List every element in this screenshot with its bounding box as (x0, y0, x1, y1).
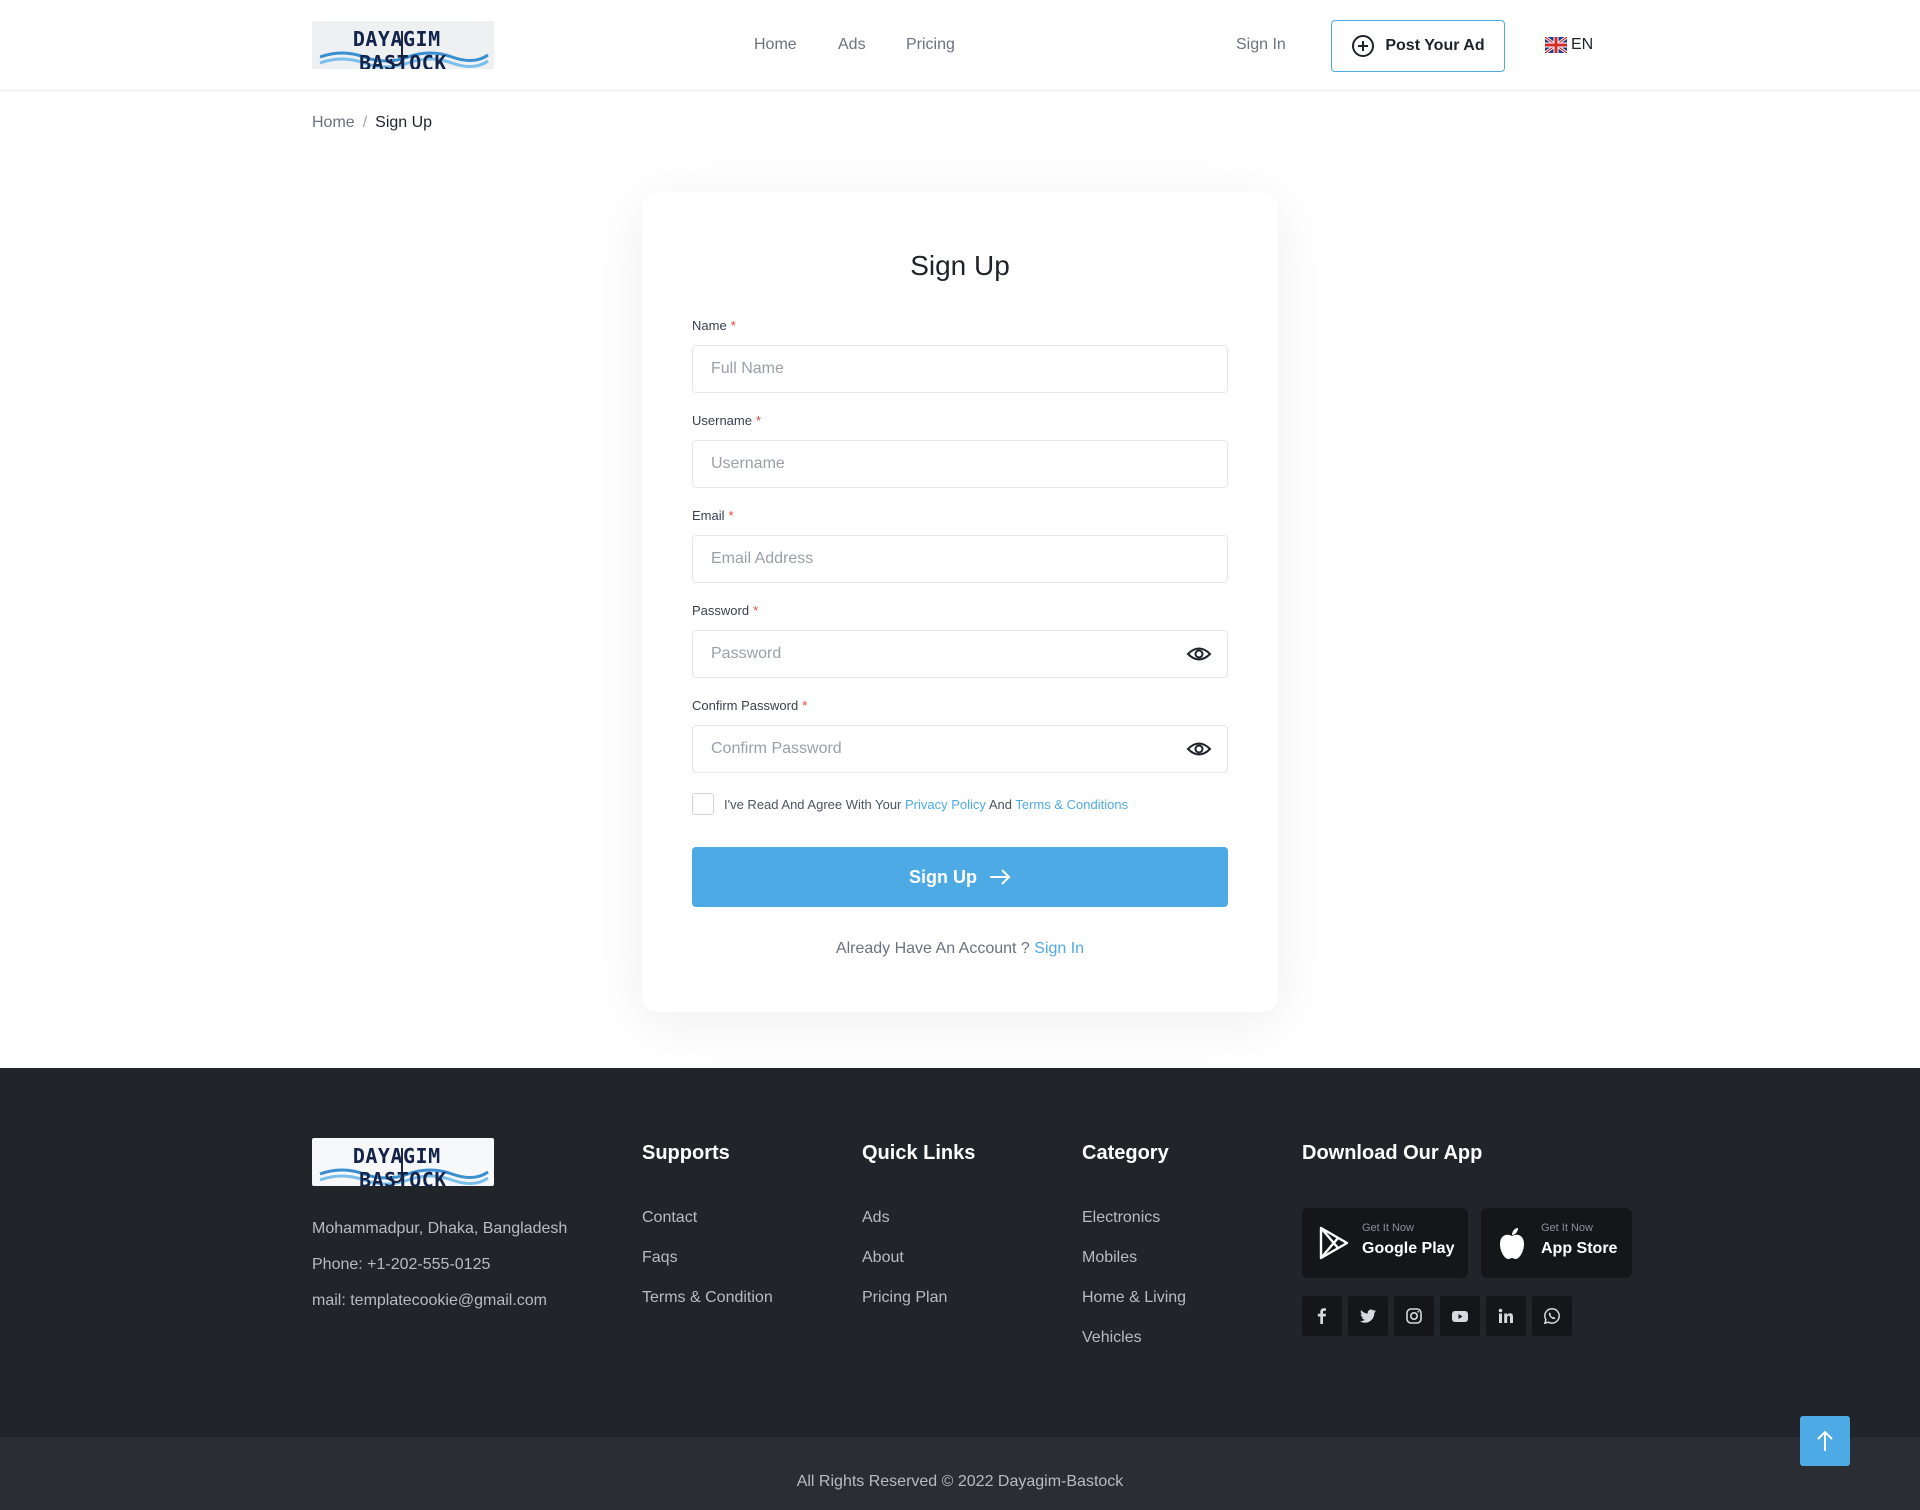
email-label: Email * (692, 508, 734, 523)
sign-up-button-label: Sign Up (909, 866, 977, 887)
terms-agreement: I've Read And Agree With Your Privacy Po… (692, 793, 1128, 815)
signup-card: Sign Up Name* Username* Email* Password*… (642, 192, 1278, 1012)
confirm-password-input[interactable] (692, 725, 1228, 773)
youtube-icon[interactable] (1440, 1296, 1480, 1336)
site-header: DAYAGIM BASTOCK Home Ads Pricing Sign In… (0, 0, 1920, 91)
quick-links-title: Quick Links (862, 1142, 976, 1164)
plus-circle-icon (1352, 35, 1375, 57)
twitter-icon[interactable] (1348, 1296, 1388, 1336)
show-password-eye-icon[interactable] (1186, 644, 1212, 664)
already-have-account: Already Have An Account ? Sign In (835, 940, 1085, 957)
name-input[interactable] (692, 345, 1228, 393)
footer-link-ads[interactable]: Ads (862, 1209, 890, 1227)
breadcrumb-home[interactable]: Home (312, 114, 355, 132)
confirm-password-label: Confirm Password * (692, 698, 808, 713)
footer-address: Mohammadpur, Dhaka, Bangladesh (312, 1220, 568, 1237)
breadcrumb-current: Sign Up (375, 114, 433, 131)
app-store-small-text: Get It Now (1541, 1222, 1593, 1234)
footer-logo[interactable]: DAYAGIM BASTOCK (312, 1138, 494, 1186)
app-store-button[interactable]: Get It Now App Store (1481, 1208, 1632, 1278)
username-label: Username * (692, 413, 762, 428)
language-label: EN (1571, 36, 1594, 53)
footer-link-about[interactable]: About (862, 1249, 904, 1267)
download-app-title: Download Our App (1302, 1142, 1483, 1164)
post-ad-button[interactable]: Post Your Ad (1331, 20, 1505, 72)
nav-home[interactable]: Home (754, 36, 797, 54)
apple-icon (1500, 1228, 1524, 1259)
name-label: Name * (692, 318, 736, 333)
agree-checkbox[interactable] (692, 793, 714, 815)
email-input[interactable] (692, 535, 1228, 583)
facebook-icon[interactable] (1302, 1296, 1342, 1336)
google-play-small-text: Get It Now (1362, 1222, 1414, 1234)
arrow-right-icon (990, 869, 1011, 885)
footer-link-electronics[interactable]: Electronics (1082, 1209, 1160, 1227)
privacy-policy-link[interactable]: Privacy Policy (905, 797, 986, 812)
show-confirm-password-eye-icon[interactable] (1186, 739, 1212, 759)
post-ad-label: Post Your Ad (1385, 37, 1485, 54)
category-title: Category (1082, 1142, 1169, 1164)
footer-link-contact[interactable]: Contact (642, 1209, 697, 1227)
sign-in-link[interactable]: Sign In (1034, 940, 1084, 957)
google-play-icon (1319, 1226, 1349, 1260)
copyright-bar: All Rights Reserved © 2022 Dayagim-Basto… (0, 1437, 1920, 1510)
footer-link-terms[interactable]: Terms & Condition (642, 1289, 773, 1307)
site-footer: DAYAGIM BASTOCK Mohammadpur, Dhaka, Bang… (0, 1068, 1920, 1437)
footer-link-home-living[interactable]: Home & Living (1082, 1289, 1186, 1307)
password-input[interactable] (692, 630, 1228, 678)
footer-link-faqs[interactable]: Faqs (642, 1249, 678, 1267)
footer-link-pricing-plan[interactable]: Pricing Plan (862, 1289, 947, 1307)
google-play-label: Google Play (1362, 1240, 1455, 1257)
whatsapp-icon[interactable] (1532, 1296, 1572, 1336)
logo-text: DAYAGIM BASTOCK (352, 27, 454, 69)
scroll-to-top-button[interactable] (1800, 1416, 1850, 1466)
copyright-text: All Rights Reserved © 2022 Dayagim-Basto… (796, 1473, 1124, 1490)
language-selector[interactable]: EN (1545, 36, 1593, 54)
nav-ads[interactable]: Ads (838, 36, 866, 54)
nav-pricing[interactable]: Pricing (906, 36, 955, 54)
breadcrumb-separator: / (362, 114, 368, 131)
footer-mail: mail: templatecookie@gmail.com (312, 1292, 547, 1309)
supports-title: Supports (642, 1142, 730, 1164)
site-logo[interactable]: DAYAGIM BASTOCK (312, 21, 494, 69)
header-sign-in-link[interactable]: Sign In (1236, 36, 1286, 54)
footer-link-vehicles[interactable]: Vehicles (1082, 1329, 1142, 1347)
uk-flag-icon (1545, 37, 1567, 53)
password-label: Password * (692, 603, 759, 618)
breadcrumb: Home / Sign Up (312, 114, 432, 132)
linkedin-icon[interactable] (1486, 1296, 1526, 1336)
footer-link-mobiles[interactable]: Mobiles (1082, 1249, 1137, 1267)
app-store-label: App Store (1541, 1240, 1618, 1257)
logo-text: DAYAGIM BASTOCK (352, 1144, 454, 1186)
footer-phone: Phone: +1-202-555-0125 (312, 1256, 491, 1273)
arrow-up-icon (1817, 1430, 1833, 1451)
sign-up-button[interactable]: Sign Up (692, 847, 1228, 907)
terms-conditions-link[interactable]: Terms & Conditions (1015, 797, 1128, 812)
agree-text: I've Read And Agree With Your Privacy Po… (724, 796, 1129, 812)
google-play-button[interactable]: Get It Now Google Play (1302, 1208, 1468, 1278)
username-input[interactable] (692, 440, 1228, 488)
instagram-icon[interactable] (1394, 1296, 1434, 1336)
page-title: Sign Up (910, 250, 1010, 281)
